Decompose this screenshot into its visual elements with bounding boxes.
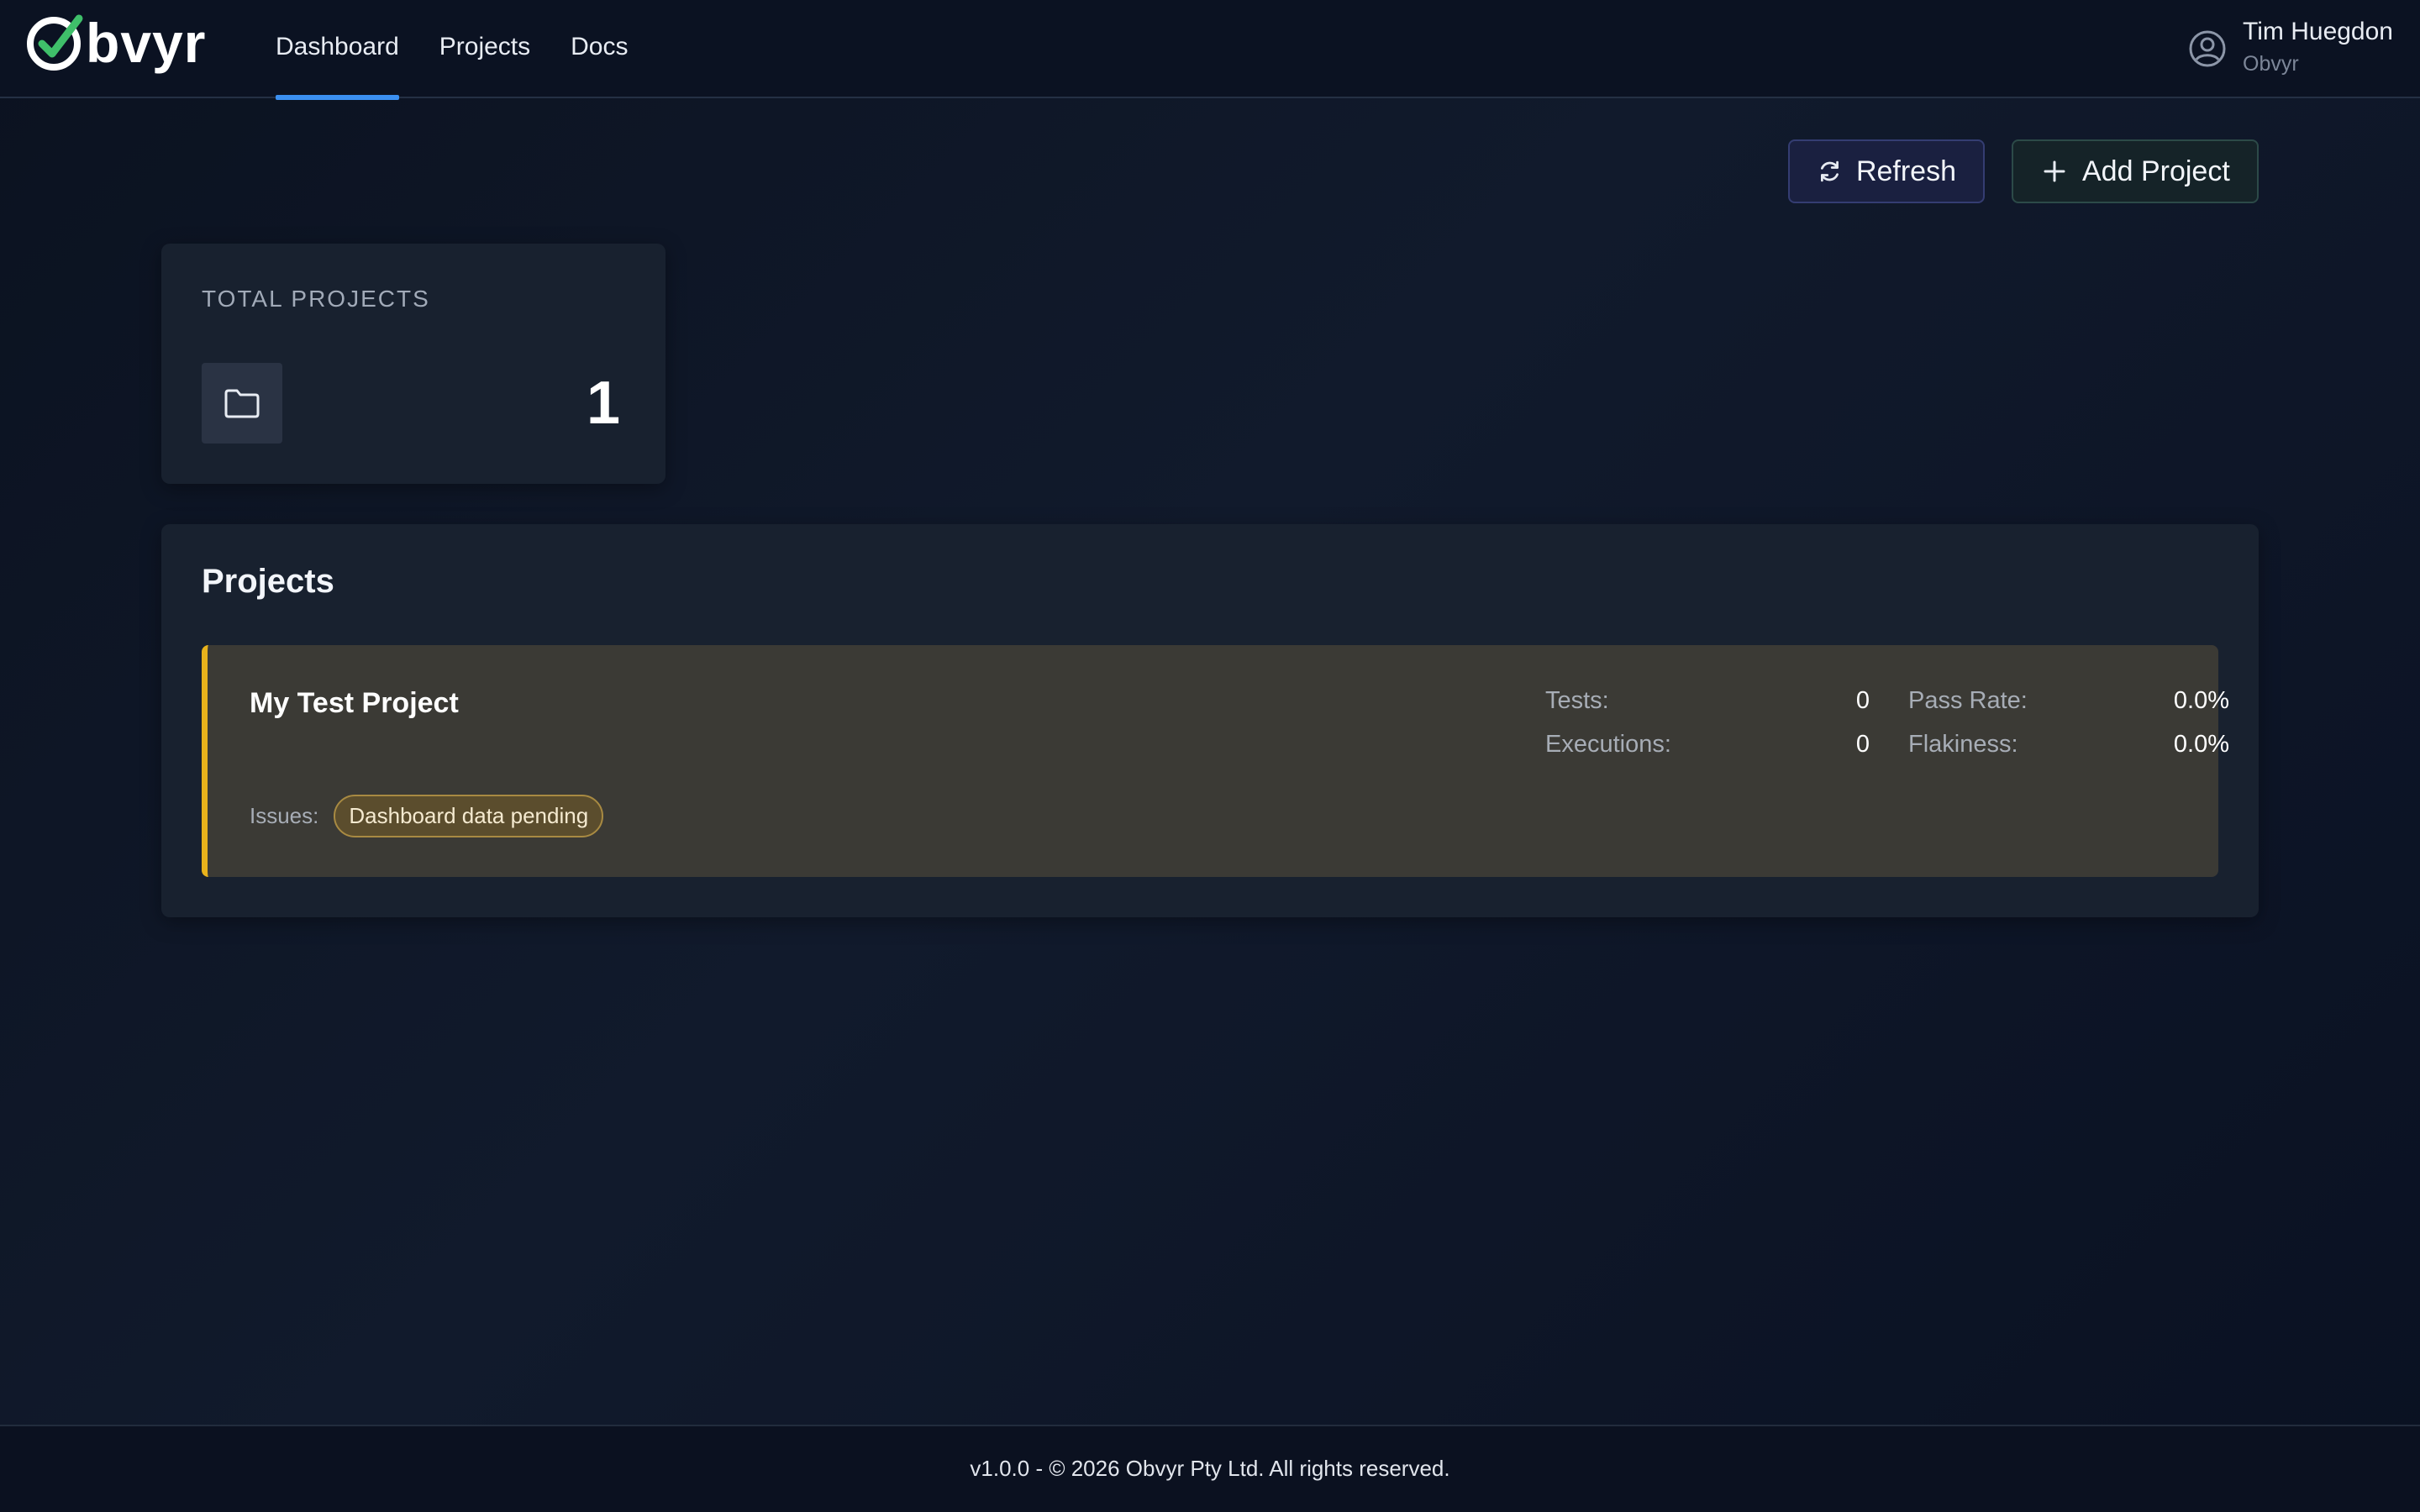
obvyr-logo[interactable]: bvyr xyxy=(25,12,206,74)
add-project-button[interactable]: Add Project xyxy=(2012,139,2259,203)
metric-executions: Executions: 0 xyxy=(1545,731,1870,759)
projects-panel: Projects My Test Project Tests: 0 Execut… xyxy=(161,524,2259,917)
project-card[interactable]: My Test Project Tests: 0 Executions: 0 P… xyxy=(202,645,2229,877)
pass-rate-label: Pass Rate: xyxy=(1908,687,2028,714)
executions-value: 0 xyxy=(1855,731,1870,758)
project-name[interactable]: My Test Project xyxy=(250,687,459,720)
user-info: Tim Huegdon Obvyr xyxy=(2243,15,2393,79)
folder-icon xyxy=(224,389,260,418)
issues-label: Issues: xyxy=(250,803,319,828)
refresh-button[interactable]: Refresh xyxy=(1788,139,1985,203)
nav-docs[interactable]: Docs xyxy=(571,0,628,98)
main-nav: Dashboard Projects Docs xyxy=(276,0,669,100)
nav-dashboard[interactable]: Dashboard xyxy=(276,0,399,100)
project-issues: Issues: Dashboard data pending xyxy=(250,795,604,837)
footer: v1.0.0 - © 2026 Obvyr Pty Ltd. All right… xyxy=(0,1425,2420,1512)
total-projects-icon-box xyxy=(202,363,282,444)
user-org: Obvyr xyxy=(2243,52,2299,76)
status-badge: Dashboard data pending xyxy=(334,795,604,837)
plus-icon xyxy=(2044,160,2065,182)
executions-label: Executions: xyxy=(1545,731,1671,758)
nav-projects[interactable]: Projects xyxy=(439,0,530,98)
logo-text: bvyr xyxy=(86,12,207,74)
metric-tests: Tests: 0 xyxy=(1545,687,1870,715)
user-menu[interactable]: Tim Huegdon Obvyr xyxy=(2187,15,2393,79)
flakiness-value: 0.0% xyxy=(2173,731,2229,758)
flakiness-label: Flakiness: xyxy=(1908,731,2018,758)
total-projects-label: TOTAL PROJECTS xyxy=(202,286,430,312)
total-projects-value: 1 xyxy=(586,370,620,437)
logo-check-circle-icon xyxy=(27,14,83,71)
user-name: Tim Huegdon xyxy=(2243,18,2393,45)
user-circle-icon xyxy=(2189,30,2226,67)
footer-text: v1.0.0 - © 2026 Obvyr Pty Ltd. All right… xyxy=(970,1456,1450,1481)
add-project-label: Add Project xyxy=(2082,155,2230,187)
pass-rate-value: 0.0% xyxy=(2173,687,2229,714)
total-projects-card: TOTAL PROJECTS 1 xyxy=(161,244,666,484)
top-header: bvyr Dashboard Projects Docs Tim Huegdon… xyxy=(0,0,2420,100)
refresh-label: Refresh xyxy=(1855,155,1956,187)
metric-pass-rate: Pass Rate: 0.0% xyxy=(1908,687,2229,715)
metric-flakiness: Flakiness: 0.0% xyxy=(1908,731,2229,759)
projects-title: Projects xyxy=(202,563,334,600)
tests-label: Tests: xyxy=(1545,687,1609,714)
refresh-icon xyxy=(1821,160,1839,182)
tests-value: 0 xyxy=(1855,687,1870,714)
